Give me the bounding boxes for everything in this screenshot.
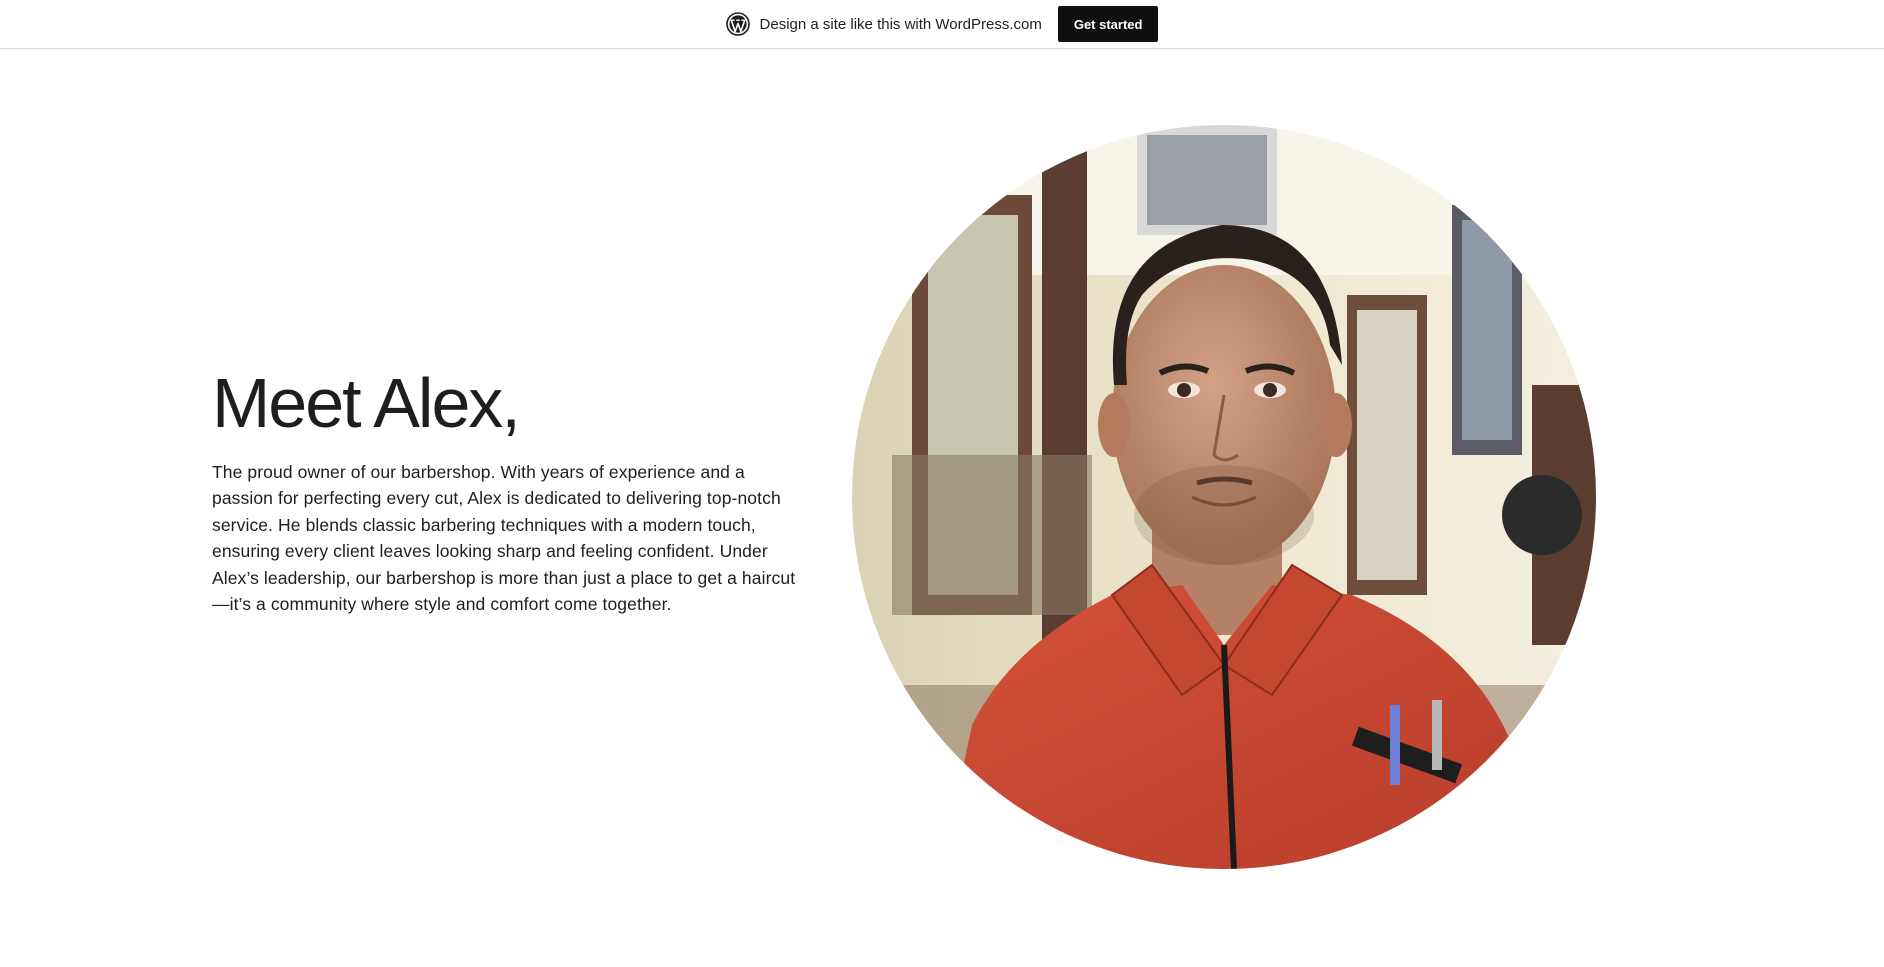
wordpress-promo-banner: Design a site like this with WordPress.c… xyxy=(0,0,1884,49)
intro-text-column: Meet Alex, The proud owner of our barber… xyxy=(212,364,802,618)
page-title: Meet Alex, xyxy=(212,364,521,442)
get-started-button[interactable]: Get started xyxy=(1057,6,1159,42)
barber-portrait-image xyxy=(852,125,1596,869)
intro-paragraph: The proud owner of our barbershop. With … xyxy=(212,461,796,615)
banner-text: Design a site like this with WordPress.c… xyxy=(759,15,1042,33)
wordpress-logo-icon[interactable] xyxy=(725,12,750,36)
about-section: Meet Alex, The proud owner of our barber… xyxy=(0,49,1884,967)
